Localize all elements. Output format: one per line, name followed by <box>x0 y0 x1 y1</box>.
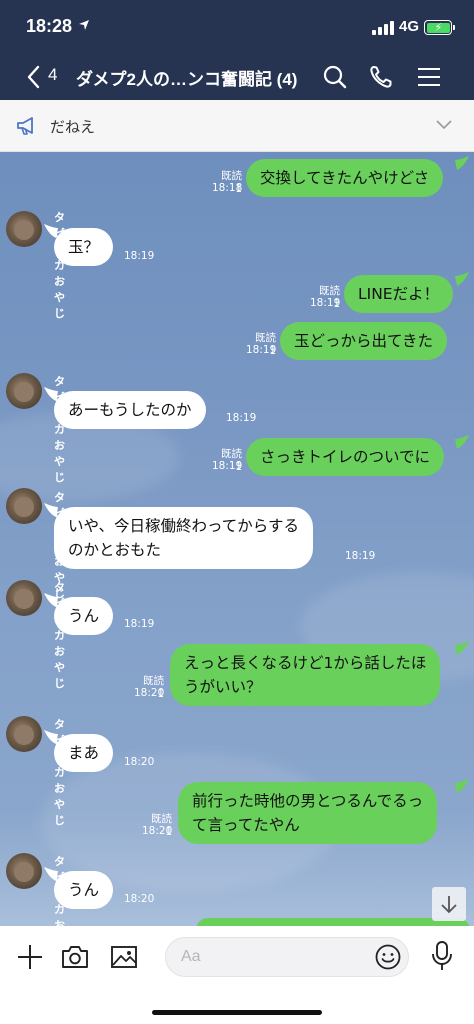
bubble-tail <box>455 272 469 286</box>
chat-title[interactable]: ダメプ2人の…ンコ奮闘記 (4) <box>76 65 297 90</box>
header-bar: 18:28 4G ⚡ 4 ダメプ2人の…ンコ奮闘記 (4) <box>0 0 474 100</box>
input-bar: Aa <box>0 926 474 1024</box>
message-time: 18:19 <box>310 297 341 309</box>
menu-icon[interactable] <box>416 64 442 90</box>
chat-nav: 4 ダメプ2人の…ンコ奮闘記 (4) <box>0 52 474 100</box>
announcement-bar[interactable]: だねえ <box>0 100 474 152</box>
message-bubble[interactable]: LINEだよ！ <box>344 275 454 313</box>
message-bubble[interactable]: うん <box>54 597 114 635</box>
message-bubble[interactable]: うん <box>54 871 114 909</box>
message-bubble[interactable]: いや、今日稼働終わってからする のかとおもた <box>54 507 313 569</box>
message-bubble[interactable]: 玉どっから出てきた <box>280 322 448 360</box>
announcement-text: だねえ <box>50 118 96 136</box>
back-button[interactable]: 4 <box>26 63 64 91</box>
status-time: 18:28 <box>26 16 73 36</box>
arrow-down-icon <box>441 896 457 914</box>
message-line: うがいい？ <box>184 678 262 696</box>
search-icon[interactable] <box>322 64 348 90</box>
message-line: て言ってたやん <box>192 816 300 834</box>
message-time: 18:18 <box>212 182 243 194</box>
bubble-tail <box>44 387 58 401</box>
message-line: のかとおもた <box>68 541 162 559</box>
camera-icon[interactable] <box>61 944 89 970</box>
message-time: 18:19 <box>124 250 155 262</box>
message-time: 18:20 <box>124 893 155 905</box>
signal-icon <box>372 21 394 35</box>
microphone-icon[interactable] <box>430 940 454 972</box>
message-line: いや、今日稼働終わってからする <box>68 517 299 535</box>
chat-area[interactable]: 既読 1 18:18 交換してきたんやけどさ タピオカおやじ 玉？ 18:19 … <box>0 152 474 926</box>
message-time: 18:19 <box>345 550 376 562</box>
battery-icon: ⚡ <box>424 20 452 35</box>
message-time: 18:19 <box>212 460 243 472</box>
status-bar: 18:28 4G ⚡ <box>0 0 474 52</box>
message-bubble[interactable]: えっと長くなるけど1から話したほ うがいい？ <box>170 644 441 706</box>
bubble-tail <box>455 779 469 793</box>
message-time: 18:20 <box>124 756 155 768</box>
chevron-down-icon[interactable] <box>436 119 452 131</box>
avatar[interactable] <box>6 488 42 524</box>
battery-tip <box>453 25 455 30</box>
bubble-tail <box>455 641 469 655</box>
message-time: 18:20 <box>142 825 173 837</box>
bubble-tail <box>44 593 58 607</box>
avatar[interactable] <box>6 373 42 409</box>
bubble-tail <box>455 435 469 449</box>
input-placeholder: Aa <box>181 948 201 965</box>
message-time: 18:19 <box>124 618 155 630</box>
message-time: 18:19 <box>246 344 277 356</box>
plus-icon[interactable] <box>16 943 44 971</box>
bubble-tail <box>44 867 58 881</box>
message-bubble[interactable]: 前行った時他の男とつるんでるっ て言ってたやん <box>178 782 438 844</box>
bubble-tail <box>455 156 469 170</box>
avatar[interactable] <box>6 853 42 889</box>
avatar[interactable] <box>6 716 42 752</box>
message-input[interactable]: Aa <box>165 937 409 977</box>
bubble-tail <box>44 730 58 744</box>
chevron-left-icon <box>27 65 40 89</box>
message-bubble[interactable]: まあ <box>54 734 114 772</box>
message-bubble[interactable]: 玉？ <box>54 228 114 266</box>
bubble-tail <box>44 503 58 517</box>
location-arrow-icon <box>79 20 89 30</box>
unread-count: 4 <box>48 65 58 84</box>
message-bubble[interactable]: さっきトイレのついでに <box>246 438 445 476</box>
message-bubble[interactable]: あーもうしたのか <box>54 391 206 429</box>
avatar[interactable] <box>6 211 42 247</box>
image-icon[interactable] <box>110 944 138 970</box>
scroll-to-bottom-button[interactable] <box>432 887 466 921</box>
avatar[interactable] <box>6 580 42 616</box>
megaphone-icon <box>17 117 33 135</box>
network-label: 4G <box>399 18 420 35</box>
message-line: えっと長くなるけど1から話したほ <box>184 654 427 672</box>
smiley-icon[interactable] <box>374 943 402 971</box>
phone-icon[interactable] <box>368 64 394 90</box>
message-bubble[interactable]: 交換してきたんやけどさ <box>246 159 444 197</box>
home-indicator <box>152 1010 322 1015</box>
bubble-tail <box>44 224 58 238</box>
message-time: 18:20 <box>134 687 165 699</box>
message-time: 18:19 <box>226 412 257 424</box>
message-line: 前行った時他の男とつるんでるっ <box>192 792 424 810</box>
